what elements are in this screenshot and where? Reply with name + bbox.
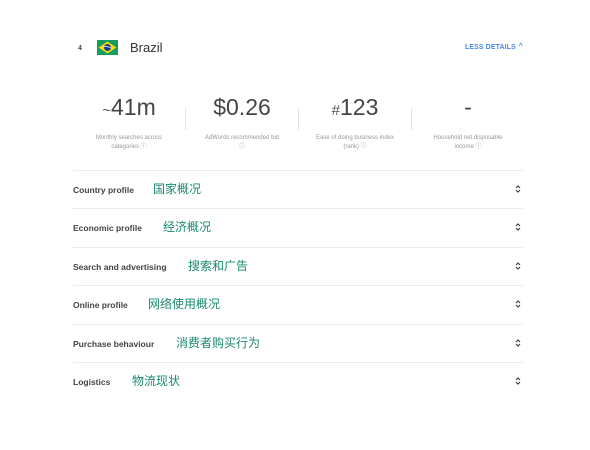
stat-number: 41m [111, 94, 156, 120]
stat-value: #123 [299, 92, 411, 126]
section-country-profile[interactable]: Country profile 国家概况 [73, 170, 523, 208]
expand-toggle-icon[interactable] [515, 222, 521, 232]
stat-value: $0.26 [186, 92, 298, 126]
stat-number: - [464, 94, 472, 120]
stat-monthly-searches: ~41m Monthly searches across categories … [73, 92, 185, 152]
profile-sections: Country profile 国家概况 Economic profile 经济… [73, 170, 523, 400]
section-annotation: 搜索和广告 [188, 258, 249, 273]
section-label: Country profile [73, 185, 134, 195]
section-online-profile[interactable]: Online profile 网络使用概况 [73, 285, 523, 323]
section-economic-profile[interactable]: Economic profile 经济概况 [73, 208, 523, 246]
brazil-flag-icon [97, 40, 118, 55]
section-label: Purchase behaviour [73, 338, 155, 349]
section-annotation: 国家概况 [153, 182, 202, 196]
section-search-advertising[interactable]: Search and advertising 搜索和广告 [73, 246, 523, 285]
expand-toggle-icon[interactable] [515, 338, 521, 348]
section-label: Search and advertising [73, 261, 167, 272]
stat-value: - [412, 92, 524, 126]
stat-label: Monthly searches across categories ⓘ [95, 135, 163, 150]
country-name: Brazil [130, 40, 163, 55]
section-logistics[interactable]: Logistics 物流现状 [73, 361, 523, 400]
stat-number: $0.26 [213, 94, 271, 120]
section-label: Logistics [73, 376, 111, 387]
stat-label: AdWords recommended bid ⓘ [204, 135, 280, 150]
stat-adwords-bid: $0.26 AdWords recommended bid ⓘ [186, 92, 298, 152]
stat-number: 123 [339, 94, 379, 120]
expand-toggle-icon[interactable] [515, 299, 521, 309]
section-label: Online profile [73, 300, 128, 311]
expand-toggle-icon[interactable] [515, 261, 521, 271]
stat-label: Household net disposable income ⓘ [433, 135, 503, 150]
stats-panel: ~41m Monthly searches across categories … [73, 92, 523, 154]
rank-number: 4 [78, 45, 82, 52]
section-annotation: 消费者购买行为 [176, 335, 261, 350]
expand-toggle-icon[interactable] [515, 184, 521, 194]
stat-label: Ease of doing business index (rank) ⓘ [315, 135, 395, 150]
stat-household-income: - Household net disposable income ⓘ [412, 92, 524, 152]
stat-prefix: ~ [102, 102, 111, 119]
expand-toggle-icon[interactable] [515, 376, 521, 386]
section-annotation: 网络使用概况 [148, 297, 221, 312]
less-details-button[interactable]: LESS DETAILS ^ [465, 43, 523, 53]
stat-ease-of-business: #123 Ease of doing business index (rank)… [299, 92, 411, 152]
less-details-label: LESS DETAILS [464, 44, 516, 51]
section-annotation: 经济概况 [163, 220, 212, 235]
section-label: Economic profile [73, 223, 142, 234]
stat-value: ~41m [73, 92, 185, 126]
country-header: 4 Brazil LESS DETAILS ^ [73, 38, 523, 60]
section-annotation: 物流现状 [132, 373, 181, 388]
stat-prefix: # [331, 102, 340, 119]
section-purchase-behaviour[interactable]: Purchase behaviour 消费者购买行为 [73, 323, 523, 362]
chevron-up-icon: ^ [518, 43, 523, 50]
